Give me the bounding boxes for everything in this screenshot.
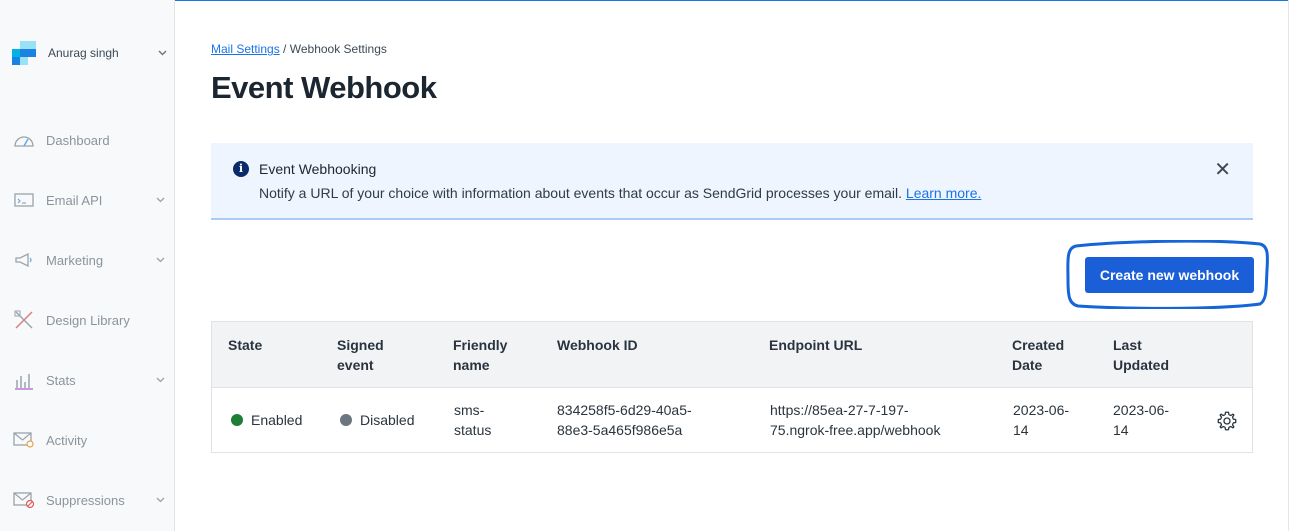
alert-message: Notify a URL of your choice with informa… xyxy=(259,185,903,201)
learn-more-link[interactable]: Learn more. xyxy=(906,185,981,201)
info-icon: i xyxy=(233,161,249,177)
chevron-down-icon xyxy=(158,48,167,59)
state-cell: Enabled xyxy=(231,410,302,430)
main-content: Mail Settings / Webhook Settings Event W… xyxy=(176,0,1288,531)
chevron-down-icon xyxy=(156,255,165,265)
bar-chart-icon xyxy=(12,370,36,390)
sidebar-item-label: Marketing xyxy=(46,252,104,268)
column-endpoint-url: Endpoint URL xyxy=(769,337,863,353)
sidebar-item-label: Stats xyxy=(46,372,76,388)
alert-title: Event Webhooking xyxy=(259,161,377,177)
close-icon[interactable]: ✕ xyxy=(1214,157,1231,182)
sidebar-item-label: Activity xyxy=(46,432,88,448)
column-last-updated: Last Updated xyxy=(1113,337,1169,373)
chevron-down-icon xyxy=(156,495,165,505)
webhook-id-cell: 834258f5-6d29-40a5- 88e3-5a465f986e5a xyxy=(557,402,692,438)
sidebar-item-design-library[interactable]: Design Library xyxy=(12,306,167,334)
create-new-webhook-button[interactable]: Create new webhook xyxy=(1085,257,1254,293)
info-alert: i Event Webhooking Notify a URL of your … xyxy=(211,143,1253,220)
sidebar-item-label: Dashboard xyxy=(46,132,110,148)
column-signed-event: Signed event xyxy=(337,337,384,373)
last-updated-cell: 2023-06- 14 xyxy=(1113,402,1170,438)
account-switcher[interactable]: Anurag singh xyxy=(12,40,167,66)
breadcrumb-separator: / xyxy=(283,42,287,56)
table-header: State Signed event Friendly name Webhook I… xyxy=(212,322,1252,388)
sidebar-item-label: Email API xyxy=(46,192,103,208)
webhooks-table: State Signed event Friendly name Webhook I… xyxy=(211,321,1253,453)
chevron-down-icon xyxy=(156,195,165,205)
breadcrumb-current: Webhook Settings xyxy=(289,42,387,56)
breadcrumb: Mail Settings / Webhook Settings xyxy=(211,42,387,56)
sidebar-item-marketing[interactable]: Marketing xyxy=(12,246,167,274)
page-title: Event Webhook xyxy=(211,70,437,105)
breadcrumb-mail-settings-link[interactable]: Mail Settings xyxy=(211,42,280,56)
gear-icon[interactable] xyxy=(1216,410,1238,432)
sidebar-item-suppressions[interactable]: Suppressions xyxy=(12,486,167,514)
sidebar-item-email-api[interactable]: Email API xyxy=(12,186,167,214)
column-created-date: Created Date xyxy=(1012,337,1065,373)
scrollbar[interactable] xyxy=(1288,0,1301,531)
sidebar-item-label: Suppressions xyxy=(46,492,125,508)
signed-event-cell: Disabled xyxy=(340,410,414,430)
account-name: Anurag singh xyxy=(48,46,119,60)
mail-blocked-icon xyxy=(12,490,36,510)
friendly-name-cell: sms-status xyxy=(454,402,492,438)
created-date-cell: 2023-06- 14 xyxy=(1013,402,1070,438)
pencil-ruler-icon xyxy=(12,310,36,330)
sidebar-item-label: Design Library xyxy=(46,312,130,328)
column-friendly-name: Friendly name xyxy=(453,337,508,373)
sendgrid-logo xyxy=(12,41,36,65)
sidebar-item-dashboard[interactable]: Dashboard xyxy=(12,126,167,154)
sidebar-item-stats[interactable]: Stats xyxy=(12,366,167,394)
enabled-status-dot xyxy=(231,414,243,426)
sidebar-item-activity[interactable]: Activity xyxy=(12,426,167,454)
alert-body: Notify a URL of your choice with informa… xyxy=(259,185,981,201)
column-webhook-id: Webhook ID xyxy=(557,337,638,353)
column-state: State xyxy=(228,337,263,353)
megaphone-icon xyxy=(12,250,36,270)
code-window-icon xyxy=(12,190,36,210)
disabled-status-icon xyxy=(340,414,352,426)
gauge-icon xyxy=(12,130,36,150)
mail-search-icon xyxy=(12,430,36,450)
chevron-down-icon xyxy=(156,375,165,385)
endpoint-url-cell: https://85ea-27-7-197- 75.ngrok-free.app/… xyxy=(770,402,941,438)
sidebar: Anurag singh Dashboard Email API Marketi… xyxy=(0,0,175,531)
